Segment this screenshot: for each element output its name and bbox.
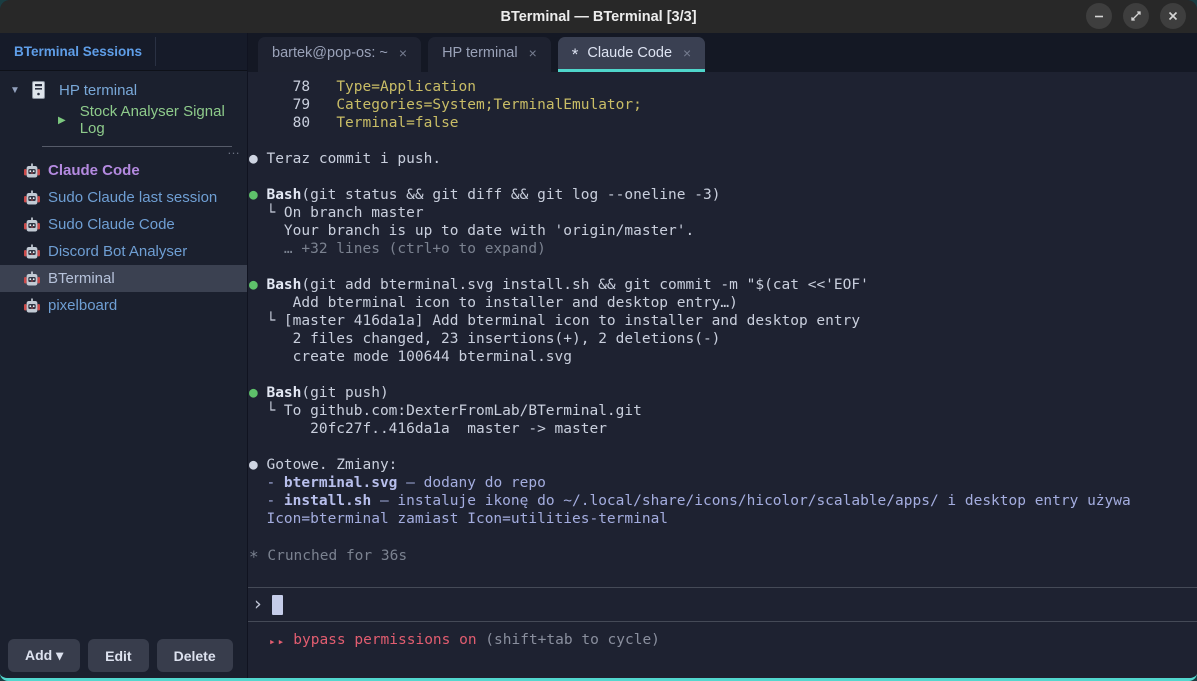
terminal-line: Icon=bterminal zamiast Icon=utilities-te… bbox=[249, 510, 1189, 528]
maximize-button[interactable] bbox=[1123, 3, 1149, 29]
robot-icon bbox=[24, 217, 40, 233]
chevron-right-icon[interactable]: ▶ bbox=[58, 115, 66, 126]
sidebar-spacer bbox=[0, 319, 247, 639]
sidebar-title: BTerminal Sessions bbox=[14, 44, 142, 59]
app-window: BTerminal — BTerminal [3/3] BTerminal Se… bbox=[0, 0, 1197, 681]
spark-icon: * bbox=[572, 45, 579, 65]
add-button[interactable]: Add ▾ bbox=[8, 639, 80, 672]
terminal-line: ● Bash(git add bterminal.svg install.sh … bbox=[249, 276, 1189, 294]
tree-item-hp-terminal[interactable]: ▼ HP terminal bbox=[0, 75, 247, 105]
robot-icon bbox=[24, 298, 40, 314]
close-icon bbox=[1167, 10, 1179, 22]
tab-label: Claude Code bbox=[587, 45, 672, 61]
robot-icon bbox=[24, 244, 40, 260]
tree-item-stock-analyser-signal-log[interactable]: ▶ Stock Analyser Signal Log bbox=[0, 105, 247, 135]
terminal-line bbox=[249, 258, 1189, 276]
terminal-line bbox=[249, 168, 1189, 186]
tab-label: HP terminal bbox=[442, 45, 517, 61]
robot-icon bbox=[24, 271, 40, 287]
session-item-discord-bot-analyser[interactable]: Discord Bot Analyser bbox=[0, 238, 247, 265]
text-cursor bbox=[272, 595, 283, 615]
terminal-line bbox=[249, 132, 1189, 150]
terminal-line: … +32 lines (ctrl+o to expand) bbox=[249, 240, 1189, 258]
prompt-chevron-icon: › bbox=[252, 595, 263, 614]
delete-button[interactable]: Delete bbox=[157, 639, 233, 672]
close-button[interactable] bbox=[1160, 3, 1186, 29]
header-divider bbox=[155, 37, 156, 66]
session-list: Claude Code Sudo Claude last session Sud… bbox=[0, 157, 247, 319]
sidebar-header: BTerminal Sessions bbox=[0, 33, 247, 71]
terminal-line: ● Bash(git push) bbox=[249, 384, 1189, 402]
terminal-line: Your branch is up to date with 'origin/m… bbox=[249, 222, 1189, 240]
session-item-sudo-claude-code[interactable]: Sudo Claude Code bbox=[0, 211, 247, 238]
sidebar-buttons: Add ▾Edit Delete bbox=[0, 639, 247, 678]
window-controls bbox=[1086, 3, 1186, 29]
session-label: pixelboard bbox=[48, 297, 117, 314]
minimize-button[interactable] bbox=[1086, 3, 1112, 29]
chevron-down-icon[interactable]: ▼ bbox=[10, 85, 23, 96]
cycle-hint-label: (shift+tab to cycle) bbox=[477, 632, 660, 648]
session-tree: ▼ HP terminal ▶ Stock Analyser Signal Lo… bbox=[0, 71, 247, 157]
divider-line bbox=[42, 146, 232, 147]
minimize-icon bbox=[1093, 10, 1105, 22]
terminal-line: └ On branch master bbox=[249, 204, 1189, 222]
tab-claude-code[interactable]: * Claude Code × bbox=[558, 37, 705, 72]
session-label: Claude Code bbox=[48, 162, 140, 179]
session-item-pixelboard[interactable]: pixelboard bbox=[0, 292, 247, 319]
session-item-sudo-claude-last-session[interactable]: Sudo Claude last session bbox=[0, 184, 247, 211]
terminal-line bbox=[249, 528, 1189, 546]
window-title: BTerminal — BTerminal [3/3] bbox=[500, 9, 696, 25]
terminal-output: 78 Type=Application 79 Categories=System… bbox=[248, 72, 1197, 587]
terminal-line: * Crunched for 36s bbox=[249, 546, 1189, 564]
tab-label: bartek@pop-os: ~ bbox=[272, 45, 388, 61]
tab-bar: bartek@pop-os: ~ × HP terminal × * Claude Cod… bbox=[248, 33, 1197, 72]
tree-item-label: HP terminal bbox=[59, 82, 137, 99]
terminal-line: Add bterminal icon to installer and desk… bbox=[249, 294, 1189, 312]
terminal-line: - bterminal.svg — dodany do repo bbox=[249, 474, 1189, 492]
session-item-claude-code[interactable]: Claude Code bbox=[0, 157, 247, 184]
title-bar: BTerminal — BTerminal [3/3] bbox=[0, 0, 1197, 33]
terminal-line: ● Gotowe. Zmiany: bbox=[249, 456, 1189, 474]
session-item-bterminal[interactable]: BTerminal bbox=[0, 265, 247, 292]
tab-close-icon[interactable]: × bbox=[683, 45, 691, 61]
tab-close-icon[interactable]: × bbox=[399, 45, 407, 61]
tree-divider: … bbox=[0, 135, 247, 157]
tab-hp-terminal[interactable]: HP terminal × bbox=[428, 37, 551, 72]
terminal-line bbox=[249, 438, 1189, 456]
terminal-line bbox=[249, 366, 1189, 384]
robot-icon bbox=[24, 163, 40, 179]
terminal-line: 78 Type=Application bbox=[249, 78, 1189, 96]
session-label: Sudo Claude Code bbox=[48, 216, 175, 233]
terminal-line: └ To github.com:DexterFromLab/BTerminal.… bbox=[249, 402, 1189, 420]
tree-item-label: Stock Analyser Signal Log bbox=[80, 103, 247, 137]
tab-bartek-pop-os[interactable]: bartek@pop-os: ~ × bbox=[258, 37, 421, 72]
double-arrow-icon: ▸▸ bbox=[269, 635, 286, 648]
terminal-input[interactable]: › bbox=[248, 587, 1197, 622]
terminal-line: create mode 100644 bterminal.svg bbox=[249, 348, 1189, 366]
status-bar: ▸▸ bypass permissions on (shift+tab to cy… bbox=[248, 622, 1197, 678]
terminal-line: └ [master 416da1a] Add bterminal icon to… bbox=[249, 312, 1189, 330]
sessions-sidebar: BTerminal Sessions ▼ HP terminal bbox=[0, 33, 248, 678]
edit-button[interactable]: Edit bbox=[88, 639, 148, 672]
terminal-line: ● Teraz commit i push. bbox=[249, 150, 1189, 168]
computer-icon bbox=[32, 81, 45, 99]
terminal-line: 80 Terminal=false bbox=[249, 114, 1189, 132]
terminal-line: ● Bash(git status && git diff && git log… bbox=[249, 186, 1189, 204]
terminal-line: - install.sh — instaluje ikonę do ~/.loc… bbox=[249, 492, 1189, 510]
terminal-pane: bartek@pop-os: ~ × HP terminal × * Claude Cod… bbox=[248, 33, 1197, 678]
terminal-line: 2 files changed, 23 insertions(+), 2 del… bbox=[249, 330, 1189, 348]
robot-icon bbox=[24, 190, 40, 206]
session-label: Discord Bot Analyser bbox=[48, 243, 187, 260]
more-handle[interactable]: … bbox=[227, 142, 241, 157]
session-label: Sudo Claude last session bbox=[48, 189, 217, 206]
terminal-line: 79 Categories=System;TerminalEmulator; bbox=[249, 96, 1189, 114]
permissions-mode-label[interactable]: bypass permissions on bbox=[293, 632, 476, 648]
maximize-icon bbox=[1130, 10, 1142, 22]
tab-close-icon[interactable]: × bbox=[529, 45, 537, 61]
terminal-line: 20fc27f..416da1a master -> master bbox=[249, 420, 1189, 438]
session-label: BTerminal bbox=[48, 270, 115, 287]
